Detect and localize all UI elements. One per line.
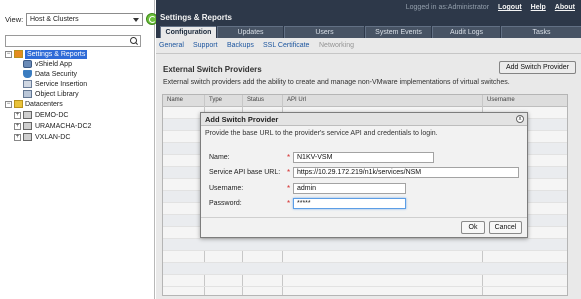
url-row: Service API base URL: * https://10.29.17… [201,167,527,179]
tree-item-label: vShield App [35,61,72,68]
url-label: Service API base URL: [209,169,281,176]
shield-icon [23,70,32,78]
required-mark: * [287,199,291,208]
help-link[interactable]: Help [531,4,546,11]
tab-audit-logs[interactable]: Audit Logs [432,26,500,38]
subtab-networking[interactable]: Networking [319,42,354,49]
column-header-type[interactable]: Type [209,97,222,103]
view-row: View: Host & Clusters [5,13,158,27]
search-icon[interactable] [130,37,138,45]
about-link[interactable]: About [555,4,575,11]
tab-system-events[interactable]: System Events [365,26,431,38]
password-field[interactable]: ***** [293,198,406,209]
collapse-toggle[interactable]: − [5,51,12,58]
dialog-description: Provide the base URL to the provider's s… [205,130,438,137]
inventory-pane: View: Host & Clusters − Settings & Repor… [0,0,158,299]
service-icon [23,80,32,88]
folder-icon [14,100,23,108]
inventory-search-input[interactable] [5,35,141,47]
app-header: Settings & Reports Logged in as:Administ… [156,0,581,39]
username-label: Username: [209,185,244,192]
datacenter-icon [23,122,32,130]
panel-title: External Switch Providers [163,65,262,74]
name-field[interactable]: N1KV-VSM [293,152,434,163]
password-label: Password: [209,200,242,207]
ok-button[interactable]: Ok [461,221,485,234]
service-api-url-field[interactable]: https://10.29.172.219/n1k/services/NSM [293,167,519,178]
tab-users[interactable]: Users [284,26,364,38]
dialog-divider [201,217,527,218]
main-tabs: Configuration Updates Users System Event… [156,26,581,39]
add-switch-provider-button[interactable]: Add Switch Provider [499,61,576,74]
tree-item-label: Object Library [35,91,79,98]
table-row [163,275,567,287]
add-switch-provider-dialog: Add Switch Provider x Provide the base U… [200,112,528,238]
required-mark: * [287,153,291,162]
sub-tabs: General Support Backups SSL Certificate … [156,38,581,54]
page-title: Settings & Reports [160,13,233,22]
chevron-down-icon [133,18,139,22]
subtab-general[interactable]: General [159,42,184,49]
name-row: Name: * N1KV-VSM [201,152,527,164]
datacenter-icon [23,111,32,119]
subtab-backups[interactable]: Backups [227,42,254,49]
library-icon [23,90,32,98]
password-row: Password: * ***** [201,198,527,210]
logged-in-text: Logged in as:Administrator [405,4,490,11]
gear-icon [23,60,32,68]
column-header-status[interactable]: Status [247,97,264,103]
logout-link[interactable]: Logout [498,4,522,11]
column-header-api-url[interactable]: API Url [287,97,306,103]
cancel-button[interactable]: Cancel [489,221,522,234]
tree-item-label: Service Insertion [35,81,88,88]
panel-description: External switch providers add the abilit… [163,79,510,86]
tree-item-label: URAMACHA-DC2 [35,123,92,130]
table-header: Name Type Status API Url Username [163,95,567,107]
username-field[interactable]: admin [293,183,406,194]
tree-item-label: Datacenters [25,101,63,108]
dialog-title: Add Switch Provider [205,115,279,124]
tab-tasks[interactable]: Tasks [501,26,581,38]
folder-icon [14,50,23,58]
tree-item-label: VXLAN-DC [35,134,71,141]
required-mark: * [287,168,291,177]
subtab-support[interactable]: Support [193,42,218,49]
expand-toggle[interactable]: + [14,112,21,119]
username-row: Username: * admin [201,183,527,195]
subtab-ssl-certificate[interactable]: SSL Certificate [263,42,309,49]
tree-item-label: Settings & Reports [25,50,88,59]
column-header-username[interactable]: Username [487,97,515,103]
table-row [163,239,567,251]
tree-item-label: Data Security [35,71,78,78]
table-row [163,263,567,275]
required-mark: * [287,184,291,193]
close-icon[interactable]: x [516,115,524,123]
expand-toggle[interactable]: + [14,134,21,141]
view-label: View: [5,15,24,24]
expand-toggle[interactable]: + [14,123,21,130]
header-links: Logged in as:Administrator Logout Help A… [406,4,575,11]
collapse-toggle[interactable]: − [5,101,12,108]
table-row [163,251,567,263]
view-select-value: Host & Clusters [30,16,79,23]
view-select[interactable]: Host & Clusters [26,13,143,26]
dialog-titlebar[interactable]: Add Switch Provider x [201,113,527,126]
name-label: Name: [209,154,230,161]
column-header-name[interactable]: Name [167,97,183,103]
tree-item-label: DEMO-DC [35,112,69,119]
tab-updates[interactable]: Updates [217,26,283,38]
datacenter-icon [23,133,32,141]
